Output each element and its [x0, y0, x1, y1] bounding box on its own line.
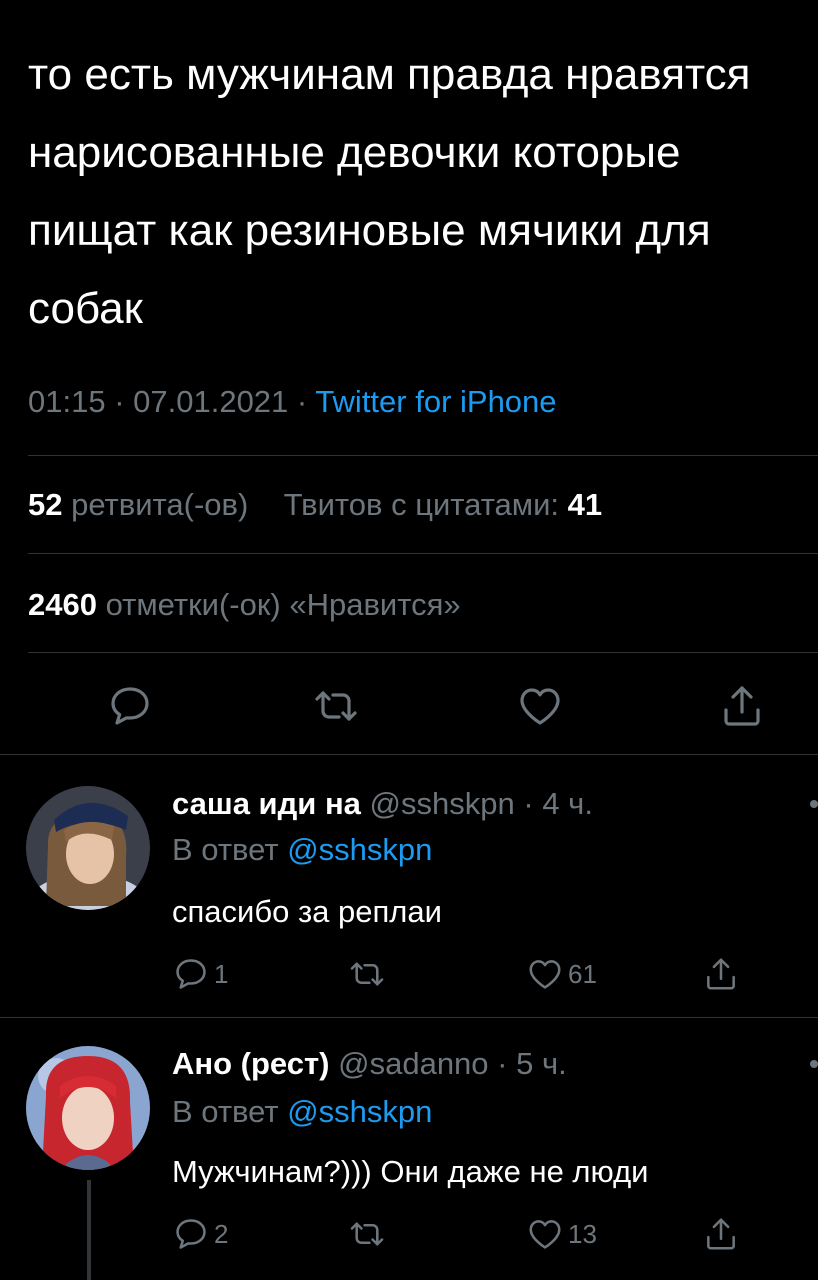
- quotes-count: 41: [567, 487, 603, 522]
- retweet-icon: [350, 1222, 384, 1246]
- thread-line: [87, 1180, 91, 1280]
- divider: [0, 1017, 818, 1018]
- reply-like-button[interactable]: 61: [526, 954, 597, 994]
- reply-icon: [176, 1219, 206, 1249]
- reply-time: 4 ч.: [542, 786, 593, 821]
- likes-count: 2460: [28, 587, 97, 622]
- retweet-icon[interactable]: [312, 682, 360, 730]
- reply-header: саша иди на @sshskpn · 4 ч.: [172, 786, 593, 821]
- share-icon: [707, 1218, 735, 1250]
- reply-to-mention[interactable]: @sshskpn: [287, 832, 432, 867]
- reply-to-label: В ответ: [172, 832, 279, 867]
- reply-to-mention[interactable]: @sshskpn: [287, 1094, 432, 1129]
- retweet-icon: [350, 962, 384, 986]
- divider: [28, 652, 818, 653]
- more-options-icon[interactable]: [810, 1060, 818, 1068]
- retweet-stats[interactable]: 52 ретвита(-ов) Твитов с цитатами: 41: [28, 487, 602, 523]
- tweet-source-link[interactable]: Twitter for iPhone: [315, 384, 556, 419]
- heart-icon: [529, 960, 561, 989]
- reply-icon: [176, 959, 206, 989]
- tweet-text: то есть мужчинам правда нравятся нарисов…: [28, 50, 751, 333]
- reply-time: 5 ч.: [516, 1046, 567, 1081]
- divider: [28, 455, 818, 456]
- more-options-icon[interactable]: [810, 800, 818, 808]
- reply-author-handle[interactable]: @sadanno: [338, 1046, 488, 1081]
- reply-to-line: В ответ @sshskpn: [172, 832, 432, 868]
- share-icon[interactable]: [718, 682, 766, 730]
- reply-author-handle[interactable]: @sshskpn: [370, 786, 515, 821]
- reply-author-name[interactable]: Ано (рест): [172, 1046, 330, 1081]
- likes-label: отметки(-ок) «Нравится»: [105, 587, 461, 622]
- reply-count: 2: [214, 1218, 229, 1249]
- reply-author-name[interactable]: саша иди на: [172, 786, 361, 821]
- reply-to-line: В ответ @sshskpn: [172, 1094, 432, 1130]
- like-count: 13: [568, 1218, 597, 1249]
- divider: [28, 553, 818, 554]
- reply-count: 1: [214, 958, 229, 989]
- like-count: 61: [568, 958, 597, 989]
- tweet-time: 01:15: [28, 384, 106, 419]
- reply-text: спасибо за реплаи: [172, 894, 442, 929]
- retweets-count: 52: [28, 487, 63, 522]
- share-icon: [707, 958, 735, 990]
- avatar[interactable]: [26, 1046, 150, 1170]
- heart-icon[interactable]: [516, 682, 564, 730]
- reply-reply-button[interactable]: 1: [172, 954, 228, 994]
- divider: [0, 754, 818, 755]
- reply-like-button[interactable]: 13: [526, 1214, 597, 1254]
- quotes-label: Твитов с цитатами:: [283, 487, 560, 522]
- tweet-meta: 01:15 · 07.01.2021 · Twitter for iPhone: [28, 384, 557, 419]
- reply-share-button[interactable]: [702, 1214, 740, 1254]
- reply-retweet-button[interactable]: [348, 954, 386, 994]
- heart-icon: [529, 1220, 561, 1249]
- reply-reply-button[interactable]: 2: [172, 1214, 228, 1254]
- reply-icon[interactable]: [106, 682, 154, 730]
- tweet-date: 07.01.2021: [133, 384, 289, 419]
- retweets-label: ретвита(-ов): [71, 487, 249, 522]
- reply-retweet-button[interactable]: [348, 1214, 386, 1254]
- reply-header: Ано (рест) @sadanno · 5 ч.: [172, 1046, 567, 1081]
- avatar[interactable]: [26, 786, 150, 910]
- likes-stats[interactable]: 2460 отметки(-ок) «Нравится»: [28, 587, 461, 623]
- reply-share-button[interactable]: [702, 954, 740, 994]
- reply-text: Мужчинам?))) Они даже не люди: [172, 1154, 649, 1189]
- reply-to-label: В ответ: [172, 1094, 279, 1129]
